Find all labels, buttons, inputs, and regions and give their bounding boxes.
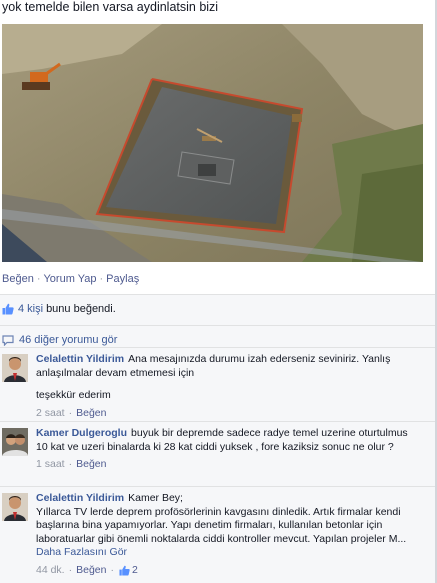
- share-link[interactable]: Paylaş: [106, 273, 139, 285]
- likes-count-link[interactable]: 4 kişi: [18, 303, 43, 315]
- view-more-comments: 46 diğer yorumu gör: [2, 334, 117, 346]
- avatar-photo: [2, 354, 28, 382]
- avatar[interactable]: [2, 493, 28, 521]
- divider: [0, 421, 437, 422]
- comment-meta: 44 dk. · Beğen · 2: [36, 563, 138, 578]
- comment-like-link[interactable]: Beğen: [76, 564, 106, 578]
- comment-author-link[interactable]: Celalettin Yildirim: [36, 353, 124, 365]
- comment-author-link[interactable]: Kamer Dulgeroglu: [36, 427, 127, 439]
- comment-bubble-icon: [2, 334, 14, 346]
- likes-text: bunu beğendi.: [46, 303, 116, 315]
- comment-body: Celalettin Yildirim Ana mesajınızda durum…: [36, 353, 421, 420]
- divider: [0, 347, 437, 348]
- comment-like-count[interactable]: 2: [132, 564, 138, 578]
- comment-text-continued: Yıllarca TV lerde deprem profösörlerinin…: [36, 505, 407, 545]
- post-text: yok temelde bilen varsa aydinlatsin bizi: [2, 0, 219, 14]
- avatar[interactable]: [2, 354, 28, 382]
- comment-body: Celalettin Yildirim Kamer Bey; Yıllarca T…: [36, 492, 421, 577]
- comment-text-continued: teşekkür ederim: [36, 389, 111, 401]
- view-more-comments-link[interactable]: 46 diğer yorumu gör: [19, 334, 117, 346]
- comment-link[interactable]: Yorum Yap: [43, 273, 96, 285]
- comment-time[interactable]: 1 saat: [36, 458, 65, 472]
- see-more-link[interactable]: Daha Fazlasını Gör: [36, 546, 127, 558]
- comment-time[interactable]: 44 dk.: [36, 564, 65, 578]
- comment-like-link[interactable]: Beğen: [76, 458, 106, 472]
- thumbs-up-icon: [2, 303, 14, 315]
- comment-time[interactable]: 2 saat: [36, 407, 65, 421]
- post-photo[interactable]: [2, 24, 423, 262]
- post-actions: Beğen · Yorum Yap · Paylaş: [2, 273, 140, 285]
- comment-body: Kamer Dulgeroglu buyuk bir depremde sadec…: [36, 427, 421, 472]
- avatar-photo: [2, 428, 28, 456]
- comment-meta: 2 saat · Beğen: [36, 406, 107, 421]
- construction-site-image: [2, 24, 423, 262]
- feedback-panel: 4 kişi bunu beğendi. 46 diğer yorumu gör…: [0, 294, 437, 583]
- divider: [0, 325, 437, 326]
- likes-summary: 4 kişi bunu beğendi.: [2, 303, 116, 315]
- comment-text: Kamer Bey;: [128, 492, 183, 504]
- avatar-photo: [2, 493, 28, 521]
- like-link[interactable]: Beğen: [2, 273, 34, 285]
- avatar[interactable]: [2, 428, 28, 456]
- divider: [0, 486, 437, 487]
- comment-meta: 1 saat · Beğen: [36, 458, 107, 472]
- comment-author-link[interactable]: Celalettin Yildirim: [36, 492, 124, 504]
- thumbs-up-icon: [119, 565, 130, 576]
- comment-like-link[interactable]: Beğen: [76, 407, 106, 421]
